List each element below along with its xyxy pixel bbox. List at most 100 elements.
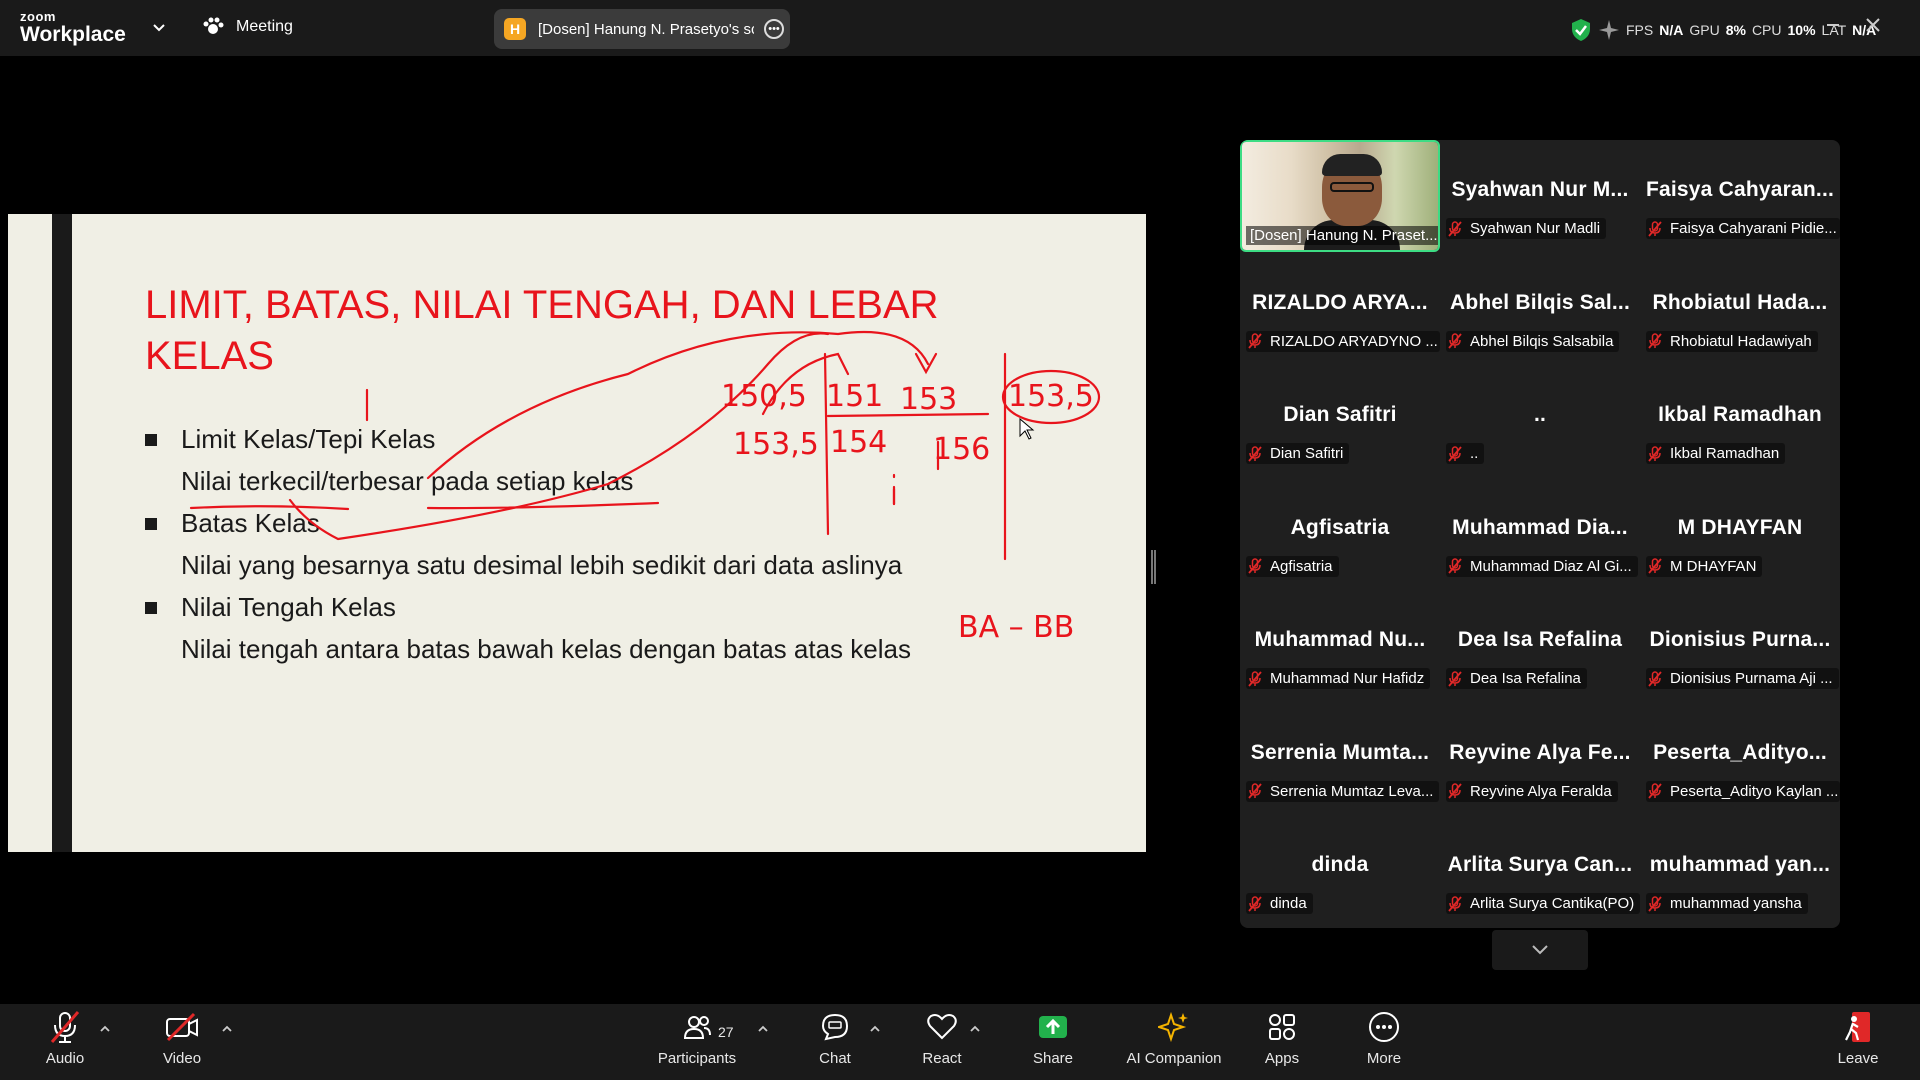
shared-slide: LIMIT, BATAS, NILAI TENGAH, DAN LEBAR KE…: [8, 214, 1146, 852]
participant-name: Dian Safitri: [1270, 445, 1344, 462]
bullet-sub: Nilai yang besarnya satu desimal lebih s…: [181, 550, 903, 580]
participant-tile[interactable]: RIZALDO ARYA... RIZALDO ARYADYNO ...: [1240, 253, 1440, 365]
minimize-icon[interactable]: [1824, 16, 1842, 34]
participant-name-tag: Dian Safitri: [1246, 443, 1350, 464]
react-options-caret-icon[interactable]: [969, 1024, 981, 1034]
zoom-workplace-logo: zoom Workplace: [20, 10, 126, 46]
participant-tile[interactable]: Peserta_Adityo... Peserta_Adityo Kaylan .…: [1640, 703, 1840, 815]
meeting-label: Meeting: [236, 18, 293, 35]
shield-check-icon[interactable]: [1570, 18, 1592, 42]
participant-tile[interactable]: Abhel Bilqis Sal... Abhel Bilqis Salsabil…: [1440, 253, 1640, 365]
camera-off-icon: [166, 1012, 198, 1042]
react-button[interactable]: React: [918, 1004, 966, 1080]
screen-share-label: [Dosen] Hanung N. Prasetyo's scr: [538, 20, 754, 38]
video-options-caret-icon[interactable]: [221, 1024, 233, 1034]
chevron-down-icon: [1532, 945, 1548, 955]
participant-name-tag: Arlita Surya Cantika(PO): [1446, 893, 1640, 914]
resize-handle[interactable]: [1151, 550, 1156, 584]
participant-name-tag: RIZALDO ARYADYNO ...: [1246, 330, 1440, 352]
apps-button[interactable]: Apps: [1259, 1004, 1305, 1080]
chat-options-caret-icon[interactable]: [869, 1024, 881, 1034]
participant-display-name: Arlita Surya Can...: [1447, 853, 1633, 876]
participant-tile[interactable]: muhammad yan... muhammad yansha: [1640, 815, 1840, 927]
top-bar: zoom Workplace Meeting H [Dosen] Hanung …: [0, 0, 1920, 56]
host-video-tile[interactable]: [Dosen] Hanung N. Praset...: [1240, 140, 1440, 252]
participant-name-tag: Faisya Cahyarani Pidie...: [1646, 218, 1840, 239]
ai-companion-button[interactable]: AI Companion: [1124, 1004, 1224, 1080]
participant-display-name: Dea Isa Refalina: [1457, 628, 1623, 651]
participant-tile[interactable]: Muhammad Dia... Muhammad Diaz Al Gi...: [1440, 478, 1640, 590]
participant-display-name: Ikbal Ramadhan: [1658, 403, 1822, 426]
participant-name-tag: ..: [1446, 443, 1485, 464]
participant-name-tag: Reyvine Alya Feralda: [1446, 780, 1618, 802]
participant-name: Muhammad Diaz Al Gi...: [1470, 557, 1632, 575]
audio-options-caret-icon[interactable]: [99, 1024, 111, 1034]
participant-tile[interactable]: Reyvine Alya Fe... Reyvine Alya Feralda: [1440, 703, 1640, 815]
audio-button[interactable]: Audio: [40, 1004, 90, 1080]
ink-text: 150,5: [721, 379, 807, 414]
participant-tile[interactable]: Dionisius Purna... Dionisius Purnama Aji …: [1640, 590, 1840, 702]
chevron-down-icon[interactable]: [152, 20, 166, 34]
participant-tile[interactable]: Serrenia Mumta... Serrenia Mumtaz Leva...: [1240, 703, 1440, 815]
ink-text: 154: [830, 425, 887, 460]
gallery-next-page-button[interactable]: [1492, 930, 1588, 970]
screen-share-indicator[interactable]: H [Dosen] Hanung N. Prasetyo's scr •••: [494, 9, 790, 49]
participant-tile[interactable]: Syahwan Nur M... Syahwan Nur Madli: [1440, 140, 1640, 252]
participants-button[interactable]: Participants: [655, 1004, 739, 1080]
leave-label: Leave: [1837, 1050, 1879, 1067]
participant-tile[interactable]: Dian Safitri Dian Safitri: [1240, 365, 1440, 477]
chat-button[interactable]: Chat: [815, 1004, 855, 1080]
more-button[interactable]: More: [1362, 1004, 1406, 1080]
mic-muted-icon: [1248, 670, 1262, 687]
chat-icon: [821, 1013, 849, 1041]
ink-text: 153,5: [733, 427, 819, 462]
participant-tile[interactable]: Dea Isa Refalina Dea Isa Refalina: [1440, 590, 1640, 702]
meeting-info-button[interactable]: Meeting: [202, 17, 293, 37]
participant-tile[interactable]: Agfisatria Agfisatria: [1240, 478, 1440, 590]
participant-name: Abhel Bilqis Salsabila: [1470, 332, 1614, 350]
participant-tile[interactable]: Ikbal Ramadhan Ikbal Ramadhan: [1640, 365, 1840, 477]
ai-sparkle-icon: [1158, 1011, 1188, 1043]
participant-name: ..: [1470, 445, 1479, 462]
participant-tile[interactable]: Faisya Cahyaran... Faisya Cahyarani Pidie…: [1640, 140, 1840, 252]
bullet-label: Batas Kelas: [181, 508, 320, 538]
participant-name: Muhammad Nur Hafidz: [1270, 670, 1425, 687]
mic-muted-icon: [1248, 558, 1262, 574]
participant-tile[interactable]: dinda dinda: [1240, 815, 1440, 927]
host-name: [Dosen] Hanung N. Praset...: [1246, 226, 1438, 245]
participant-tile[interactable]: M DHAYFAN M DHAYFAN: [1640, 478, 1840, 590]
leave-door-icon: [1845, 1012, 1870, 1042]
close-icon[interactable]: [1864, 16, 1882, 34]
participant-name-tag: M DHAYFAN: [1646, 555, 1763, 577]
participant-tile[interactable]: Rhobiatul Hada... Rhobiatul Hadawiyah: [1640, 253, 1840, 365]
participant-tile[interactable]: Arlita Surya Can... Arlita Surya Cantika(…: [1440, 815, 1640, 927]
participant-name: Serrenia Mumtaz Leva...: [1270, 782, 1434, 800]
video-button[interactable]: Video: [160, 1004, 204, 1080]
participant-name: Arlita Surya Cantika(PO): [1470, 895, 1635, 912]
sparkle-icon[interactable]: [1598, 19, 1620, 41]
fps-label: FPS: [1626, 22, 1654, 38]
apps-label: Apps: [1264, 1050, 1300, 1067]
participant-name-tag: Abhel Bilqis Salsabila: [1446, 330, 1620, 352]
ai-companion-label: AI Companion: [1126, 1050, 1222, 1067]
participant-display-name: Dionisius Purna...: [1649, 628, 1831, 651]
participant-name-tag: Peserta_Adityo Kaylan ...: [1646, 780, 1840, 802]
participant-name: muhammad yansha: [1670, 895, 1802, 912]
more-label: More: [1366, 1050, 1402, 1067]
leave-button[interactable]: Leave: [1836, 1004, 1880, 1080]
more-options-icon[interactable]: •••: [764, 19, 784, 39]
participant-gallery: [Dosen] Hanung N. Praset... Syahwan Nur …: [1240, 140, 1840, 928]
participant-name-tag: Dionisius Purnama Aji ...: [1646, 668, 1839, 689]
participant-tile[interactable]: Muhammad Nu... Muhammad Nur Hafidz: [1240, 590, 1440, 702]
mic-muted-icon: [50, 1011, 80, 1043]
participant-name: Dionisius Purnama Aji ...: [1670, 670, 1833, 687]
participants-options-caret-icon[interactable]: [757, 1024, 769, 1034]
participant-name-tag: Serrenia Mumtaz Leva...: [1246, 780, 1440, 802]
bullet-label: Limit Kelas/Tepi Kelas: [181, 424, 436, 454]
participant-display-name: Serrenia Mumta...: [1250, 740, 1430, 764]
bullet-square-icon: [145, 602, 157, 614]
participant-tile[interactable]: ....: [1440, 365, 1640, 477]
ink-text: 153: [900, 382, 957, 417]
share-button[interactable]: Share: [1030, 1004, 1076, 1080]
participant-name: dinda: [1270, 895, 1307, 912]
